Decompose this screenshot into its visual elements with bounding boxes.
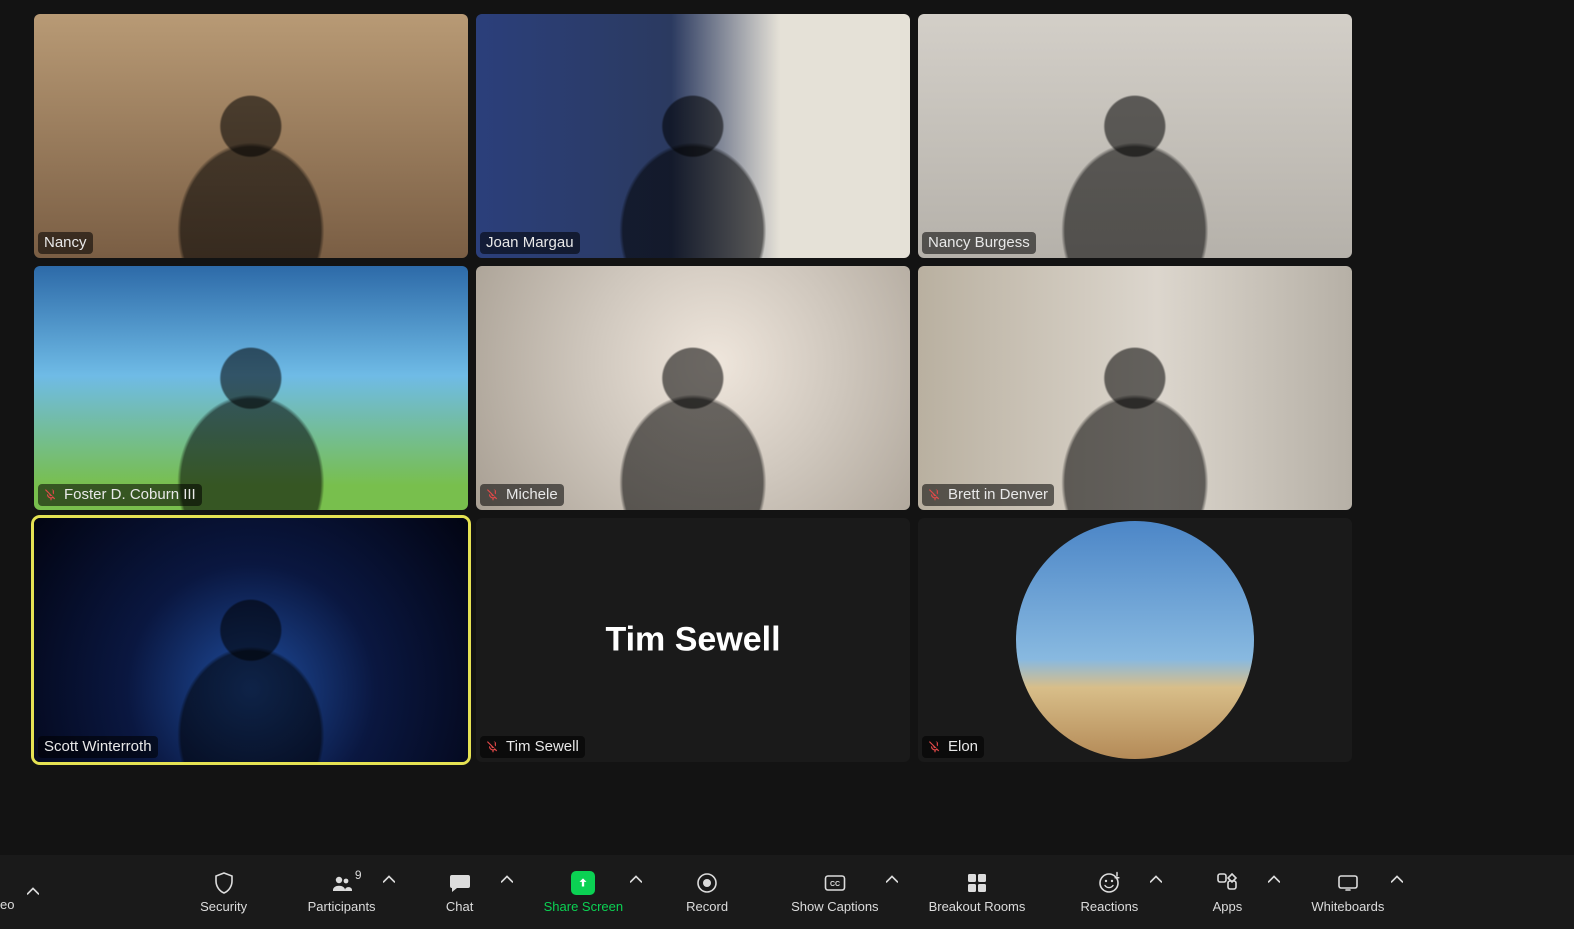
share-screen-button[interactable]: Share Screen xyxy=(544,871,624,914)
chevron-up-icon[interactable] xyxy=(380,871,398,889)
svg-text:CC: CC xyxy=(830,881,840,888)
participant-tile[interactable]: Michele xyxy=(476,266,910,510)
captions-button[interactable]: CC Show Captions xyxy=(791,871,878,914)
record-button[interactable]: Record xyxy=(673,871,741,914)
participant-tile-active[interactable]: Scott Winterroth xyxy=(34,518,468,762)
chevron-up-icon[interactable] xyxy=(1388,871,1406,889)
participant-tile[interactable]: Tim Sewell Tim Sewell xyxy=(476,518,910,762)
participant-tile[interactable]: Foster D. Coburn III xyxy=(34,266,468,510)
video-placeholder xyxy=(563,75,823,258)
chevron-up-icon[interactable] xyxy=(883,871,901,889)
participant-name: Tim Sewell xyxy=(506,738,579,756)
video-placeholder xyxy=(563,327,823,510)
share-screen-icon xyxy=(571,871,595,895)
apps-button[interactable]: Apps xyxy=(1193,871,1261,914)
chevron-up-icon[interactable] xyxy=(1147,871,1165,889)
participant-name: Elon xyxy=(948,738,978,756)
participant-name-badge: Joan Margau xyxy=(480,232,580,254)
participant-name-badge: Foster D. Coburn III xyxy=(38,484,202,506)
participant-tile[interactable]: Nancy xyxy=(34,14,468,258)
video-placeholder xyxy=(1005,75,1265,258)
security-label: Security xyxy=(200,899,247,914)
chevron-up-icon[interactable] xyxy=(1265,871,1283,889)
participant-center-name: Tim Sewell xyxy=(605,621,780,660)
apps-icon xyxy=(1215,871,1239,895)
participant-name-badge: Michele xyxy=(480,484,564,506)
participant-name: Nancy Burgess xyxy=(928,234,1030,252)
shield-icon xyxy=(212,871,236,895)
participant-tile[interactable]: Brett in Denver xyxy=(918,266,1352,510)
people-icon: 9 xyxy=(330,871,354,895)
meeting-toolbar: eo Security 9 Participants Chat xyxy=(0,855,1574,929)
smiley-icon xyxy=(1097,871,1121,895)
participant-name: Scott Winterroth xyxy=(44,738,152,756)
video-placeholder xyxy=(1005,327,1265,510)
breakout-rooms-button[interactable]: Breakout Rooms xyxy=(929,871,1026,914)
video-placeholder xyxy=(121,75,381,258)
participant-name: Nancy xyxy=(44,234,87,252)
participants-button[interactable]: 9 Participants xyxy=(308,871,376,914)
participant-name: Michele xyxy=(506,486,558,504)
avatar xyxy=(1016,521,1254,759)
reactions-label: Reactions xyxy=(1080,899,1138,914)
chat-icon xyxy=(448,871,472,895)
apps-label: Apps xyxy=(1213,899,1243,914)
participant-name-badge: Nancy xyxy=(38,232,93,254)
chat-button[interactable]: Chat xyxy=(426,871,494,914)
captions-label: Show Captions xyxy=(791,899,878,914)
whiteboards-label: Whiteboards xyxy=(1311,899,1384,914)
mic-muted-icon xyxy=(44,488,58,502)
record-icon xyxy=(695,871,719,895)
mic-muted-icon xyxy=(486,740,500,754)
participant-tile[interactable]: Joan Margau xyxy=(476,14,910,258)
participant-tile[interactable]: Elon xyxy=(918,518,1352,762)
video-placeholder xyxy=(121,579,381,762)
participants-label: Participants xyxy=(308,899,376,914)
participant-count: 9 xyxy=(355,868,362,882)
mic-muted-icon xyxy=(928,488,942,502)
whiteboards-button[interactable]: Whiteboards xyxy=(1311,871,1384,914)
participant-name: Brett in Denver xyxy=(948,486,1048,504)
whiteboard-icon xyxy=(1336,871,1360,895)
participant-tile[interactable]: Nancy Burgess xyxy=(918,14,1352,258)
participant-name: Joan Margau xyxy=(486,234,574,252)
record-label: Record xyxy=(686,899,728,914)
chevron-up-icon[interactable] xyxy=(627,871,645,889)
video-placeholder xyxy=(121,327,381,510)
video-control-partial[interactable]: eo xyxy=(0,855,42,929)
chevron-up-icon[interactable] xyxy=(24,883,42,901)
participant-name-badge: Scott Winterroth xyxy=(38,736,158,758)
security-button[interactable]: Security xyxy=(190,871,258,914)
breakout-rooms-label: Breakout Rooms xyxy=(929,899,1026,914)
grid-icon xyxy=(965,871,989,895)
mic-muted-icon xyxy=(486,488,500,502)
participant-name-badge: Elon xyxy=(922,736,984,758)
participant-name: Foster D. Coburn III xyxy=(64,486,196,504)
gallery-grid: Nancy Joan Margau Nancy Burgess Foster D… xyxy=(34,14,1352,762)
chat-label: Chat xyxy=(446,899,473,914)
participant-name-badge: Nancy Burgess xyxy=(922,232,1036,254)
chevron-up-icon[interactable] xyxy=(498,871,516,889)
participant-name-badge: Tim Sewell xyxy=(480,736,585,758)
mic-muted-icon xyxy=(928,740,942,754)
reactions-button[interactable]: Reactions xyxy=(1075,871,1143,914)
captions-icon: CC xyxy=(823,871,847,895)
participant-name-badge: Brett in Denver xyxy=(922,484,1054,506)
share-screen-label: Share Screen xyxy=(544,899,624,914)
video-label-partial: eo xyxy=(0,897,14,912)
